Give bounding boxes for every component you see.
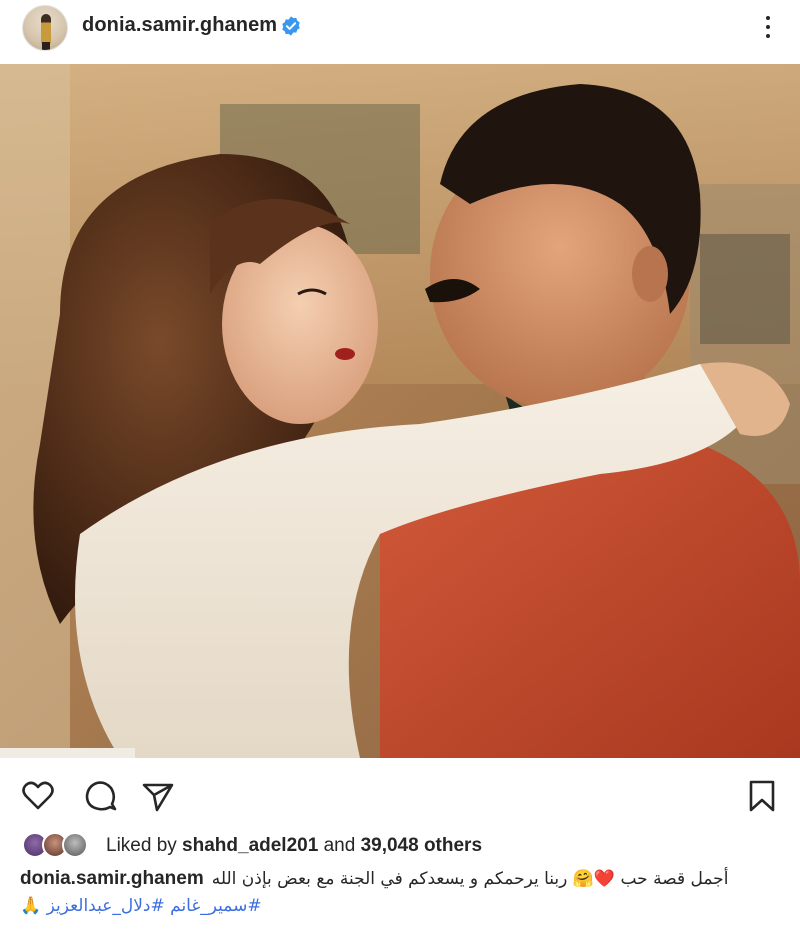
- liker-avatar: [62, 832, 88, 858]
- post-image[interactable]: [0, 64, 800, 758]
- verified-badge-icon: [282, 16, 300, 36]
- caption-username[interactable]: donia.samir.ghanem: [20, 868, 204, 890]
- send-icon[interactable]: [140, 778, 176, 814]
- liker-username[interactable]: shahd_adel201: [182, 835, 318, 856]
- caption-text: أجمل قصة حب ❤️🤗 ربنا يرحمكم و يسعدكم في …: [211, 869, 729, 889]
- caption-hashtags[interactable]: #سمير_غانم #دلال_عبدالعزيز: [47, 896, 262, 916]
- heart-icon[interactable]: [20, 778, 56, 814]
- post-header: donia.samir.ghanem: [0, 0, 800, 64]
- likes-text: Liked by shahd_adel201 and 39,048 others: [106, 835, 483, 856]
- likes-row[interactable]: Liked by shahd_adel201 and 39,048 others: [22, 830, 782, 862]
- caption: donia.samir.ghanem أجمل قصة حب ❤️🤗 ربنا …: [20, 868, 780, 916]
- bookmark-icon[interactable]: [744, 778, 780, 814]
- avatar[interactable]: [22, 5, 68, 51]
- more-options-icon[interactable]: [760, 14, 776, 40]
- username[interactable]: donia.samir.ghanem: [82, 14, 277, 37]
- action-bar: [0, 770, 800, 820]
- pray-emoji: 🙏: [20, 896, 42, 916]
- comment-icon[interactable]: [82, 778, 118, 814]
- likes-count[interactable]: 39,048 others: [361, 835, 482, 856]
